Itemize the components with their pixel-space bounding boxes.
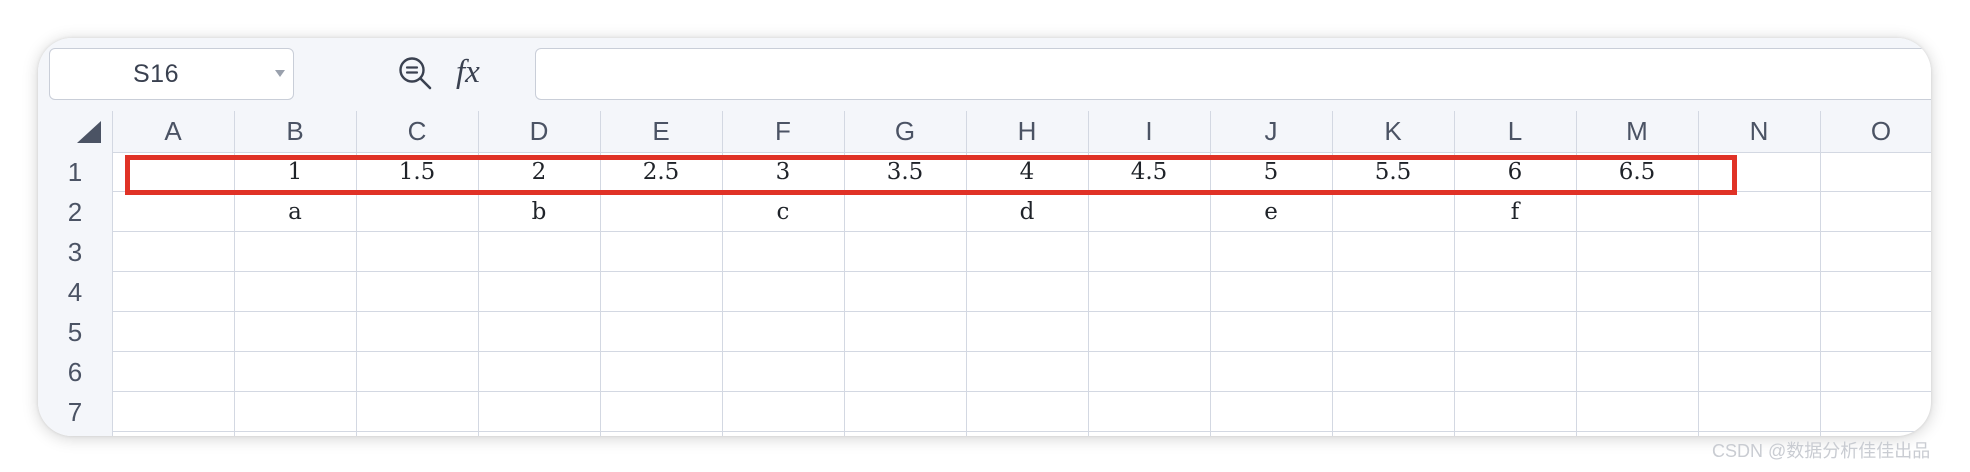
row-header-5[interactable]: 5	[38, 312, 112, 352]
zoom-out-icon[interactable]	[397, 55, 433, 91]
cell-h2[interactable]: d	[966, 192, 1088, 232]
name-box[interactable]: S16	[49, 48, 294, 100]
column-header-o[interactable]: O	[1820, 111, 1931, 152]
watermark: CSDN @数据分析佳佳出品	[1712, 441, 1931, 461]
select-all-icon	[77, 121, 101, 143]
cell-e2[interactable]	[600, 192, 722, 232]
cell-b2[interactable]: a	[234, 192, 356, 232]
chevron-down-icon[interactable]	[275, 70, 285, 77]
grid-line-horizontal	[112, 271, 1931, 272]
column-header-j[interactable]: J	[1210, 111, 1332, 152]
cell-j2[interactable]: e	[1210, 192, 1332, 232]
row-header-4[interactable]: 4	[38, 272, 112, 312]
column-header-b[interactable]: B	[234, 111, 356, 152]
row-1-highlight-box	[125, 155, 1737, 195]
column-header-h[interactable]: H	[966, 111, 1088, 152]
grid-line-horizontal	[112, 391, 1931, 392]
column-header-g[interactable]: G	[844, 111, 966, 152]
function-icon[interactable]: fx	[456, 50, 496, 94]
formula-bar: S16 fx	[38, 38, 1931, 111]
cell-c2[interactable]	[356, 192, 478, 232]
select-all-corner[interactable]	[38, 111, 112, 152]
cell-m2[interactable]	[1576, 192, 1698, 232]
column-header-d[interactable]: D	[478, 111, 600, 152]
cell-l2[interactable]: f	[1454, 192, 1576, 232]
cell-d2[interactable]: b	[478, 192, 600, 232]
row-header-2[interactable]: 2	[38, 192, 112, 232]
cell-k2[interactable]	[1332, 192, 1454, 232]
cell-f2[interactable]: c	[722, 192, 844, 232]
spreadsheet-window: S16 fx A B C D E F G H I J K L M N O 1 2 3 4 5 6 7 1 1.5 2 2.5 3 3.…	[38, 38, 1931, 436]
column-header-i[interactable]: I	[1088, 111, 1210, 152]
cell-o2[interactable]	[1820, 192, 1931, 232]
column-header-m[interactable]: M	[1576, 111, 1698, 152]
grid-line-horizontal	[112, 351, 1931, 352]
row-header-3[interactable]: 3	[38, 232, 112, 272]
column-header-f[interactable]: F	[722, 111, 844, 152]
column-header-c[interactable]: C	[356, 111, 478, 152]
formula-input[interactable]	[535, 48, 1931, 100]
cell-n2[interactable]	[1698, 192, 1820, 232]
spreadsheet-grid: A B C D E F G H I J K L M N O 1 2 3 4 5 6 7 1 1.5 2 2.5 3 3.5 4 4.5 5 5…	[38, 111, 1931, 436]
grid-line-horizontal	[112, 311, 1931, 312]
cell-o1[interactable]	[1820, 152, 1931, 192]
column-header-k[interactable]: K	[1332, 111, 1454, 152]
column-header-l[interactable]: L	[1454, 111, 1576, 152]
grid-line-horizontal	[112, 431, 1931, 432]
row-header-7[interactable]: 7	[38, 392, 112, 432]
cell-g2[interactable]	[844, 192, 966, 232]
column-header-e[interactable]: E	[600, 111, 722, 152]
column-header-n[interactable]: N	[1698, 111, 1820, 152]
cell-i2[interactable]	[1088, 192, 1210, 232]
cell-a2[interactable]	[112, 192, 234, 232]
name-box-value: S16	[133, 60, 179, 88]
row-header-1[interactable]: 1	[38, 152, 112, 192]
column-header-a[interactable]: A	[112, 111, 234, 152]
row-header-6[interactable]: 6	[38, 352, 112, 392]
